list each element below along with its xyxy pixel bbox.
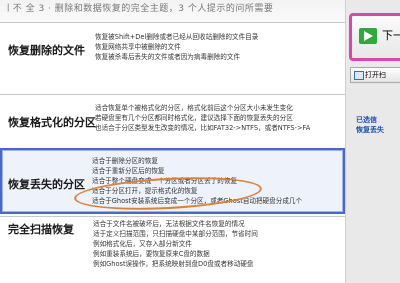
selection-info-line: 已选信: [356, 116, 377, 124]
option-full-scan-recovery[interactable]: 完全扫描恢复 适合于文件名被破坏后，无法根据文件名恢复的情况 适于定义扫描范围，…: [0, 216, 345, 283]
option-recover-formatted-partition[interactable]: 恢复格式化的分区 适合恢复单个被格式化的分区，格式化前后这个分区大小未发生变化 …: [0, 94, 345, 146]
header-strip: ㅣ不 全 3 · 删除和数据恢复的完全主题，3 个人提示的问所需要: [0, 0, 345, 22]
selection-info-line: 恢复丢失: [356, 126, 384, 134]
next-button-label: 下一: [382, 29, 400, 42]
option-title: 恢复丢失的分区: [8, 178, 85, 191]
option-description: 恢复被Shift+Del删除或者已经从回收站删除的文件目录 恢复网络共享中被删除…: [95, 32, 258, 62]
description-line: 适合于重新分区后的恢复: [92, 167, 165, 175]
option-description: 适合于文件名被破坏后，无法根据文件名恢复的情况 适于定义扫描范围，只扫描硬盘中某…: [93, 219, 258, 269]
description-line: 适合于删除分区的恢复: [92, 157, 158, 165]
description-line: 适合于文件名被破坏后，无法根据文件名恢复的情况: [93, 220, 245, 228]
description-line: 也适合于分区类型发生改变的情况，比如FAT32->NTFS，或者NTFS->FA: [95, 124, 311, 132]
description-line: 恢复被杀毒后丢失的文件或者因为病毒删除的文件: [95, 53, 241, 61]
description-line: 适于定义扫描范围，只扫描硬盘中某部分范围，节省时间: [93, 230, 258, 238]
folder-icon: [354, 71, 364, 80]
selection-info: 已选信 恢复丢失: [356, 115, 384, 135]
arrow-right-icon: [359, 28, 377, 44]
description-line: 恢复被Shift+Del删除或者已经从回收站删除的文件目录: [95, 33, 259, 41]
description-line: 适合恢复单个被格式化的分区，格式化前后这个分区大小未发生变化: [95, 104, 293, 112]
next-button[interactable]: 下一: [349, 13, 400, 61]
option-title: 恢复删除的文件: [8, 44, 85, 57]
option-title: 恢复格式化的分区: [8, 116, 96, 129]
description-line: 若硬盘里有几个分区都同时格式化，建议选择下面的恢复丢失的分区: [95, 114, 293, 122]
option-recover-deleted-files[interactable]: 恢复删除的文件 恢复被Shift+Del删除或者已经从回收站删除的文件目录 恢复…: [0, 22, 345, 74]
header-text: ㅣ不 全 3 · 删除和数据恢复的完全主题，3 个人提示的问所需要: [4, 4, 274, 14]
option-title: 完全扫描恢复: [8, 223, 74, 236]
open-scan-button[interactable]: 打开扫: [350, 67, 400, 83]
open-scan-label: 打开扫: [365, 71, 386, 79]
description-line: 例如Ghost误操作，把系统映射到盘D0盘或者移动硬盘: [93, 260, 254, 268]
option-description: 适合恢复单个被格式化的分区，格式化前后这个分区大小未发生变化 若硬盘里有几个分区…: [95, 103, 310, 133]
description-line: 例如格式化后，又存入部分新文件: [93, 240, 192, 248]
description-line: 恢复网络共享中被删除的文件: [95, 43, 181, 51]
description-line: 例如重装系统后，要恢复原来C盘的数据: [93, 250, 210, 258]
main-panel: ㅣ不 全 3 · 删除和数据恢复的完全主题，3 个人提示的问所需要 恢复删除的文…: [0, 0, 345, 283]
